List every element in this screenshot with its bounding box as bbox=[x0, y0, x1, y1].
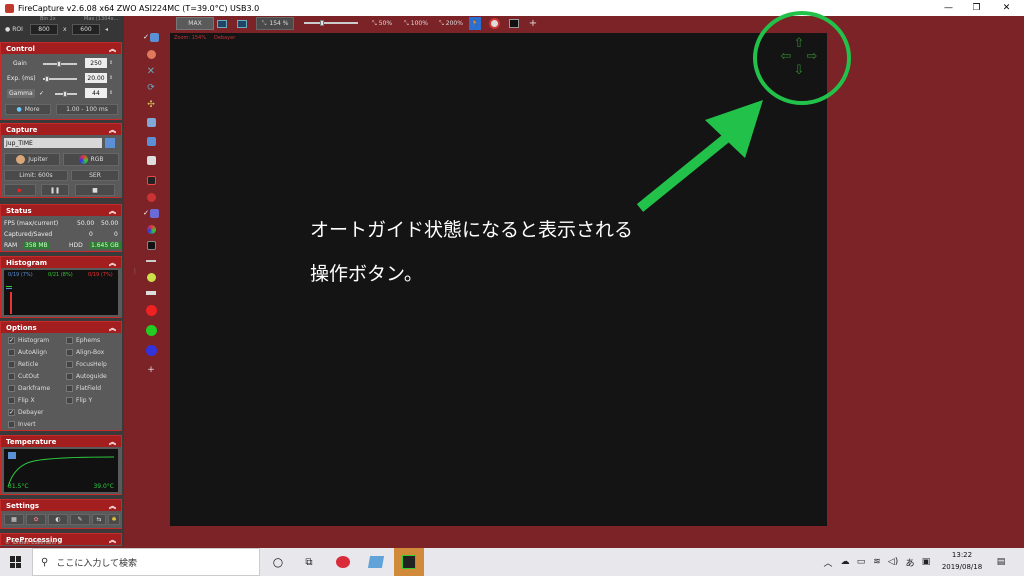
ime-icon[interactable]: あ bbox=[904, 548, 916, 576]
cloud-icon[interactable]: ☁ bbox=[838, 548, 852, 576]
green-pointer-arrow-shaft bbox=[636, 131, 734, 212]
volume-icon[interactable]: ◁) bbox=[886, 548, 900, 576]
clock-time: 13:22 bbox=[951, 551, 973, 559]
show-hidden-icons[interactable]: ︿ bbox=[822, 548, 834, 576]
network-icon[interactable]: ▭ bbox=[854, 548, 868, 576]
taskbar-app-1-icon[interactable] bbox=[332, 548, 354, 576]
guide-down-arrow-icon[interactable]: ⇩ bbox=[792, 64, 806, 78]
guide-right-arrow-icon[interactable]: ⇨ bbox=[805, 50, 819, 64]
input-method-icon[interactable]: ▣ bbox=[920, 548, 932, 576]
taskbar-app-2-icon[interactable] bbox=[365, 548, 387, 576]
notification-icon[interactable]: ▤ bbox=[994, 548, 1008, 576]
windows-start-icon[interactable] bbox=[10, 556, 22, 568]
cortana-icon[interactable]: ○ bbox=[268, 548, 288, 576]
annotation-overlay bbox=[636, 11, 851, 212]
clock-date: 2019/08/18 bbox=[941, 563, 983, 571]
guide-left-arrow-icon[interactable]: ⇦ bbox=[779, 50, 793, 64]
guide-up-arrow-icon[interactable]: ⇧ bbox=[792, 37, 806, 51]
search-icon: ⚲ bbox=[41, 556, 49, 568]
firecapture-taskbar-icon[interactable] bbox=[394, 548, 424, 576]
search-placeholder: ここに入力して検索 bbox=[56, 558, 138, 569]
highlight-circle bbox=[753, 11, 851, 105]
task-view-icon[interactable]: ⧉ bbox=[299, 548, 319, 576]
wifi-icon[interactable]: ≋ bbox=[870, 548, 884, 576]
taskbar-search-box[interactable]: ⚲ ここに入力して検索 bbox=[32, 548, 260, 576]
windows-taskbar: ⚲ ここに入力して検索 ○ ⧉ ︿ ☁ ▭ ≋ ◁) あ ▣ 13:22 201… bbox=[0, 548, 1024, 576]
